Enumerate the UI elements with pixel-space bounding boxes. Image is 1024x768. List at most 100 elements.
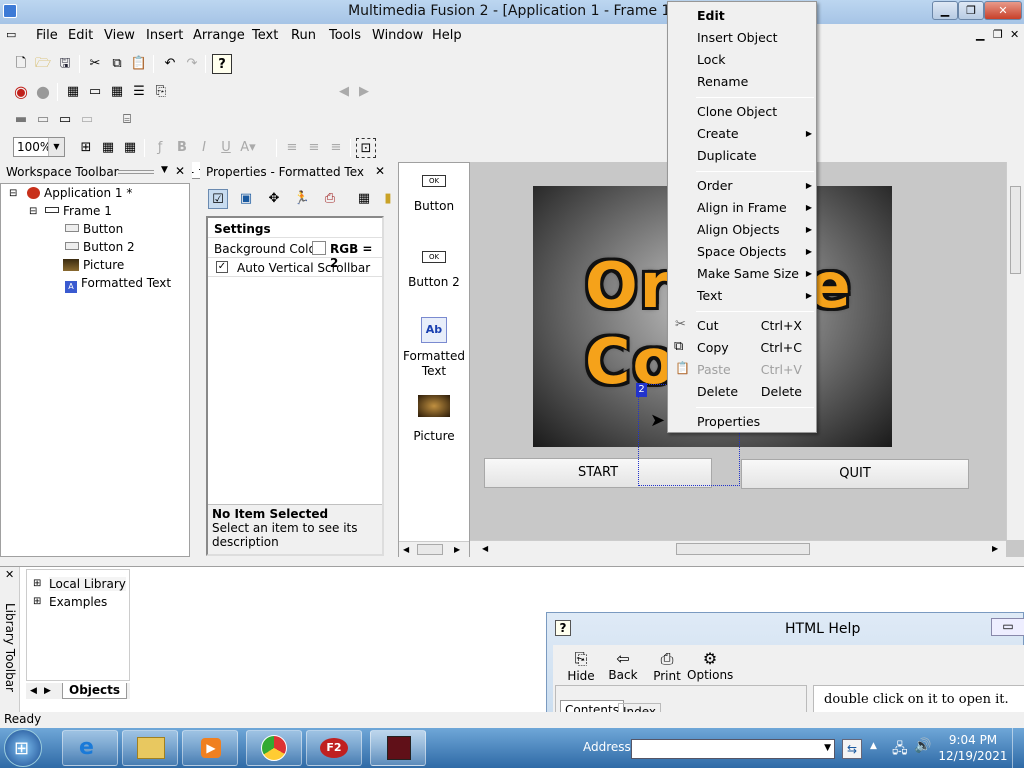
- text-color-icon[interactable]: A▾: [238, 138, 258, 158]
- copy-icon[interactable]: ⧉: [107, 54, 127, 74]
- go-arrow-icon[interactable]: ⇆: [842, 739, 862, 759]
- expand-icon[interactable]: ⊞: [33, 596, 41, 607]
- tree-item-picture[interactable]: Picture: [63, 258, 124, 272]
- close-icon[interactable]: ✕: [175, 164, 185, 178]
- ctx-copy[interactable]: Copy: [697, 340, 729, 355]
- minimize-button[interactable]: ▁: [932, 1, 958, 20]
- help-options-button[interactable]: ⚙ Options: [687, 649, 733, 682]
- about-tab-icon[interactable]: ▮: [378, 189, 398, 209]
- event-list-icon[interactable]: ☰: [129, 82, 149, 102]
- palette-item-button[interactable]: OK Button: [399, 175, 469, 213]
- tab-objects[interactable]: Objects: [62, 683, 128, 699]
- menu-arrange[interactable]: Arrange: [193, 28, 245, 43]
- tree-item-frame[interactable]: Frame 1: [45, 204, 112, 218]
- mdi-close-icon[interactable]: ✕: [1010, 28, 1019, 41]
- align-right-icon[interactable]: ≡: [326, 138, 346, 158]
- close-icon[interactable]: ✕: [5, 568, 14, 581]
- frame-editor-icon[interactable]: ▭: [85, 82, 105, 102]
- scroll-left-icon[interactable]: ◀: [30, 686, 37, 696]
- color-swatch[interactable]: [312, 241, 326, 255]
- collapse-icon[interactable]: ⊟: [9, 188, 17, 199]
- network-icon[interactable]: 🖧: [892, 738, 908, 762]
- underline-icon[interactable]: U: [216, 138, 236, 158]
- chevron-down-icon[interactable]: ▼: [48, 138, 64, 156]
- values-tab-icon[interactable]: ▦: [354, 189, 374, 209]
- property-row-background-color[interactable]: Background Colo RGB = 2: [208, 240, 382, 270]
- frame-setup-icon[interactable]: ▭: [77, 110, 97, 130]
- expand-icon[interactable]: ⊞: [33, 578, 41, 589]
- menu-file[interactable]: File: [36, 28, 58, 43]
- ctx-delete[interactable]: Delete: [697, 384, 738, 399]
- size-position-tab-icon[interactable]: ✥: [264, 189, 284, 209]
- taskbar-chrome[interactable]: [246, 730, 302, 766]
- menu-tools[interactable]: Tools: [329, 28, 361, 43]
- scroll-left-icon[interactable]: ◀: [482, 544, 488, 553]
- ctx-text[interactable]: Text: [697, 288, 722, 303]
- taskbar-app-active[interactable]: [370, 730, 426, 766]
- scroll-right-icon[interactable]: ▶: [454, 545, 460, 554]
- open-icon[interactable]: 🗁: [33, 54, 53, 74]
- scroll-thumb[interactable]: [1010, 186, 1021, 274]
- align-center-icon[interactable]: ≡: [304, 138, 324, 158]
- dropdown-icon[interactable]: ▼: [161, 165, 168, 175]
- events-tab-icon[interactable]: ⎙: [320, 189, 340, 209]
- ctx-paste[interactable]: Paste: [697, 362, 731, 377]
- scroll-right-icon[interactable]: ▶: [992, 544, 998, 553]
- menu-help[interactable]: Help: [432, 28, 462, 43]
- taskbar-media[interactable]: ▶: [182, 730, 238, 766]
- address-input[interactable]: ▼: [631, 739, 835, 759]
- show-hidden-icons[interactable]: ▲: [870, 741, 877, 751]
- taskbar-explorer[interactable]: [122, 730, 178, 766]
- start-orb[interactable]: ⊞: [4, 729, 42, 767]
- mdi-minimize-icon[interactable]: ▁: [976, 28, 984, 41]
- ctx-create[interactable]: Create: [697, 126, 739, 141]
- mdi-icon[interactable]: ▭: [6, 28, 16, 41]
- test-frame-icon[interactable]: ⌸: [117, 110, 137, 130]
- help-context-icon[interactable]: ?: [212, 54, 232, 74]
- scroll-thumb[interactable]: [676, 543, 810, 555]
- ctx-make-same-size[interactable]: Make Same Size: [697, 266, 799, 281]
- palette-scrollbar[interactable]: ◀ ▶: [399, 541, 469, 557]
- snap-icon[interactable]: ▦: [120, 138, 140, 158]
- scroll-thumb[interactable]: [417, 544, 443, 555]
- resize-icon[interactable]: ⊡: [356, 138, 376, 158]
- ctx-rename[interactable]: Rename: [697, 74, 748, 89]
- save-icon[interactable]: 🖫: [55, 54, 75, 74]
- checkbox-checked[interactable]: ✓: [216, 261, 228, 273]
- ctx-edit[interactable]: Edit: [697, 8, 725, 23]
- ctx-properties[interactable]: Properties: [697, 414, 760, 429]
- tree-item-formatted-text[interactable]: A Formatted Text: [65, 276, 171, 293]
- scroll-left-icon[interactable]: ◀: [403, 545, 409, 554]
- mdi-restore-icon[interactable]: ❐: [993, 28, 1003, 41]
- collapse-icon[interactable]: ⊟: [29, 206, 37, 217]
- restore-button[interactable]: ❐: [958, 1, 984, 20]
- vertical-scrollbar[interactable]: [1006, 162, 1024, 540]
- palette-item-formatted-text[interactable]: Ab Formatted Text: [399, 317, 469, 379]
- ctx-order[interactable]: Order: [697, 178, 733, 193]
- undo-icon[interactable]: ↶: [160, 54, 180, 74]
- clock[interactable]: 9:04 PM 12/19/2021: [938, 732, 1008, 764]
- italic-icon[interactable]: I: [194, 138, 214, 158]
- help-minimize-button[interactable]: ▭: [991, 618, 1024, 636]
- layer-icon[interactable]: ▬: [11, 110, 31, 130]
- tree-item-button[interactable]: Button: [65, 222, 123, 236]
- ctx-lock[interactable]: Lock: [697, 52, 726, 67]
- grid-icon[interactable]: ⊞: [76, 138, 96, 158]
- ctx-clone-object[interactable]: Clone Object: [697, 104, 777, 119]
- menu-edit[interactable]: Edit: [68, 28, 93, 43]
- taskbar-mmf2[interactable]: F2: [306, 730, 362, 766]
- tree-item-application[interactable]: Application 1 *: [27, 186, 132, 200]
- paste-icon[interactable]: 📋: [129, 54, 149, 74]
- cut-icon[interactable]: ✂: [85, 54, 105, 74]
- menu-text[interactable]: Text: [252, 28, 278, 43]
- tree-item-local-library[interactable]: Local Library: [49, 577, 126, 591]
- ctx-insert-object[interactable]: Insert Object: [697, 30, 778, 45]
- ctx-space-objects[interactable]: Space Objects: [697, 244, 786, 259]
- ctx-duplicate[interactable]: Duplicate: [697, 148, 757, 163]
- menu-insert[interactable]: Insert: [146, 28, 183, 43]
- menu-view[interactable]: View: [104, 28, 135, 43]
- menu-window[interactable]: Window: [372, 28, 423, 43]
- comment-icon[interactable]: ▭: [33, 110, 53, 130]
- tree-item-button-2[interactable]: Button 2: [65, 240, 135, 254]
- align-left-icon[interactable]: ≡: [282, 138, 302, 158]
